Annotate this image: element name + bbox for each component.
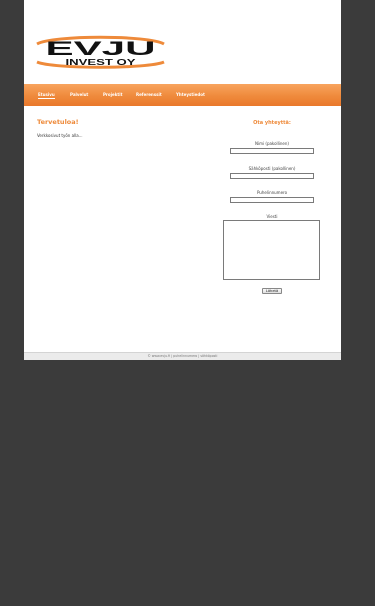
message-field[interactable] xyxy=(223,220,320,280)
logo-sub-text: INVEST OY xyxy=(66,57,137,67)
page-title: Tervetuloa! xyxy=(37,118,79,126)
footer: © www.evju.fi | puhelinnumero | sähköpos… xyxy=(24,352,341,360)
name-label: Nimi (pakollinen) xyxy=(255,141,289,146)
evju-invest-logo[interactable]: EVJU INVEST OY xyxy=(33,34,168,70)
submit-button[interactable]: Lähetä xyxy=(262,288,282,294)
email-label: Sähköposti (pakollinen) xyxy=(248,166,296,171)
phone-label: Puhelinnumero xyxy=(256,190,288,195)
nav-item-etusivu[interactable]: Etusivu xyxy=(38,92,55,99)
nav-item-palvelut[interactable]: Palvelut xyxy=(70,92,88,97)
main-nav: Etusivu Palvelut Projektit Referenssit Y… xyxy=(24,84,341,106)
contact-form-title: Ota yhteyttä: xyxy=(253,120,291,126)
message-label: Viesti xyxy=(266,214,278,219)
nav-item-referenssit[interactable]: Referenssit xyxy=(136,92,162,97)
welcome-text: Verkkosivut työn alla... xyxy=(37,133,83,138)
nav-item-yhteystiedot[interactable]: Yhteystiedot xyxy=(176,92,205,97)
phone-field[interactable] xyxy=(230,197,314,203)
nav-item-projektit[interactable]: Projektit xyxy=(103,92,123,97)
email-field[interactable] xyxy=(230,173,314,179)
page-container: EVJU INVEST OY Etusivu Palvelut Projekti… xyxy=(24,0,341,360)
name-field[interactable] xyxy=(230,148,314,154)
